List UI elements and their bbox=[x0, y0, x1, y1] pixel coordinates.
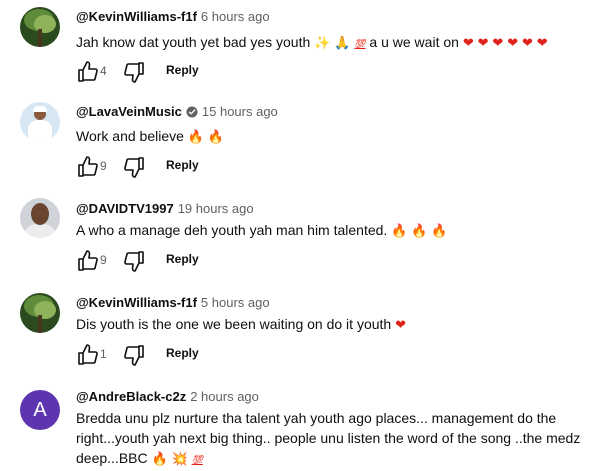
avatar[interactable] bbox=[20, 102, 60, 142]
avatar[interactable] bbox=[20, 198, 60, 238]
comment-header: @DAVIDTV1997 19 hours ago bbox=[76, 200, 254, 218]
comment-header: @KevinWilliams-f1f 6 hours ago bbox=[76, 8, 270, 26]
comment-time[interactable]: 6 hours ago bbox=[201, 9, 270, 24]
comment-author[interactable]: @AndreBlack-c2z bbox=[76, 389, 186, 404]
comment-text-line: right...youth yah next big thing.. peopl… bbox=[76, 430, 581, 446]
comment-text-part2: a u we wait on bbox=[369, 34, 459, 50]
comment-time[interactable]: 15 hours ago bbox=[202, 104, 278, 119]
fire-emoji: 🔥 bbox=[187, 130, 204, 145]
comment-author[interactable]: @LavaVeinMusic bbox=[76, 104, 182, 119]
avatar[interactable]: A bbox=[20, 390, 60, 430]
like-count: 1 bbox=[100, 347, 107, 361]
thumbs-down-icon[interactable] bbox=[122, 155, 146, 179]
comment-text-line: Bredda unu plz nurture tha talent yah yo… bbox=[76, 410, 557, 426]
thumbs-up-icon[interactable] bbox=[76, 249, 100, 273]
comment-time[interactable]: 5 hours ago bbox=[201, 295, 270, 310]
comment-text: Dis youth is the one we been waiting on … bbox=[76, 314, 596, 336]
fire-emoji: 🔥 bbox=[411, 224, 428, 239]
comment-text-part1: Jah know dat youth yet bad yes youth bbox=[76, 34, 311, 50]
hundred-emoji: 💯 bbox=[354, 40, 366, 50]
reply-button[interactable]: Reply bbox=[166, 63, 199, 77]
hundred-emoji: 💯 bbox=[191, 456, 203, 466]
heart-emoji: ❤ bbox=[462, 36, 474, 51]
comment-time[interactable]: 19 hours ago bbox=[178, 201, 254, 216]
heart-emoji: ❤ bbox=[522, 36, 533, 51]
heart-emoji: ❤ bbox=[477, 36, 489, 51]
comment-text: Bredda unu plz nurture tha talent yah yo… bbox=[76, 408, 596, 471]
heart-emoji: ❤ bbox=[507, 36, 519, 51]
like-count: 9 bbox=[100, 159, 107, 173]
comment-text-part1: Work and believe bbox=[76, 128, 184, 144]
comment-header: @AndreBlack-c2z 2 hours ago bbox=[76, 388, 259, 406]
verified-check-icon bbox=[186, 106, 198, 118]
thumbs-up-icon[interactable] bbox=[76, 155, 100, 179]
comment-time[interactable]: 2 hours ago bbox=[190, 389, 259, 404]
comment-header: @LavaVeinMusic 15 hours ago bbox=[76, 103, 278, 121]
fire-emoji: 🔥 bbox=[207, 130, 225, 145]
thumbs-down-icon[interactable] bbox=[122, 249, 146, 273]
thumbs-up-icon[interactable] bbox=[76, 60, 100, 84]
comment-header: @KevinWilliams-f1f 5 hours ago bbox=[76, 294, 270, 312]
thumbs-up-icon[interactable] bbox=[76, 343, 100, 367]
avatar-letter: A bbox=[33, 399, 47, 421]
comment-author[interactable]: @KevinWilliams-f1f bbox=[76, 9, 197, 24]
comment-author[interactable]: @DAVIDTV1997 bbox=[76, 201, 174, 216]
avatar[interactable] bbox=[20, 7, 60, 47]
comment-author[interactable]: @KevinWilliams-f1f bbox=[76, 295, 197, 310]
fire-emoji: 🔥 bbox=[391, 224, 408, 239]
reply-button[interactable]: Reply bbox=[166, 158, 199, 172]
fire-emoji: 🔥 bbox=[151, 452, 168, 467]
collision-emoji: 💥 bbox=[171, 452, 188, 467]
comment-text: Jah know dat youth yet bad yes youth ✨ 🙏… bbox=[76, 32, 596, 55]
like-count: 4 bbox=[100, 64, 107, 78]
like-count: 9 bbox=[100, 253, 107, 267]
comment-text: A who a manage deh youth yah man him tal… bbox=[76, 220, 596, 242]
heart-emoji: ❤ bbox=[536, 36, 548, 51]
praying-hands-emoji: 🙏 bbox=[334, 36, 351, 51]
reply-button[interactable]: Reply bbox=[166, 346, 199, 360]
avatar[interactable] bbox=[20, 293, 60, 333]
heart-emoji: ❤ bbox=[395, 318, 406, 333]
reply-button[interactable]: Reply bbox=[166, 252, 199, 266]
comment-text-part1: Dis youth is the one we been waiting on … bbox=[76, 316, 392, 332]
fire-emoji: 🔥 bbox=[431, 224, 448, 239]
thumbs-down-icon[interactable] bbox=[122, 60, 146, 84]
heart-emoji: ❤ bbox=[492, 36, 504, 51]
comment-text: Work and believe 🔥 🔥 bbox=[76, 126, 596, 148]
comment-text-part: deep...BBC bbox=[76, 450, 148, 466]
comment-text-part1: A who a manage deh youth yah man him tal… bbox=[76, 222, 388, 238]
thumbs-down-icon[interactable] bbox=[122, 343, 146, 367]
sparkles-emoji: ✨ bbox=[314, 36, 331, 51]
